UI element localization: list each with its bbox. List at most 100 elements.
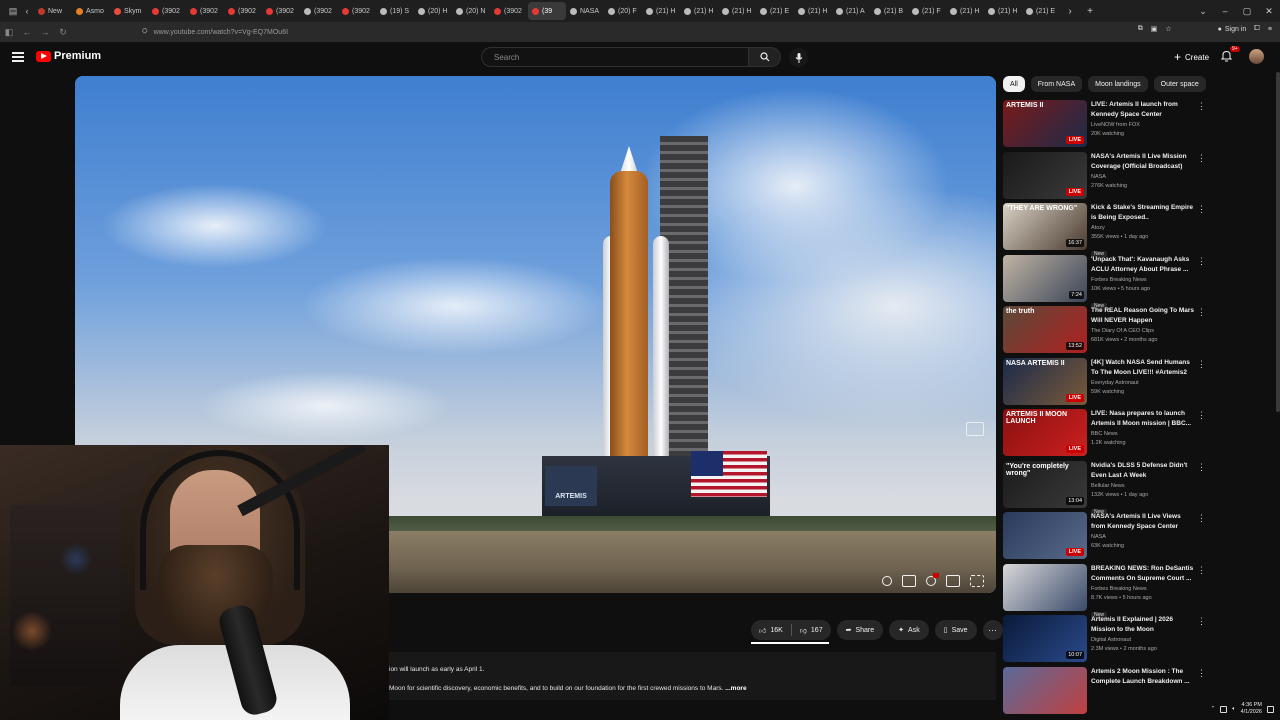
channel-name[interactable]: NASA	[1091, 173, 1195, 182]
more-vertical-icon[interactable]: ⋮	[1197, 617, 1206, 626]
recommended-video[interactable]: "You're completely wrong" 13:04 Nvidia's D…	[1003, 460, 1206, 515]
browser-tab[interactable]: (21) H	[946, 2, 984, 20]
recommended-video[interactable]: LIVE NASA's Artemis II Live Mission Cover…	[1003, 151, 1206, 200]
sidebar-toggle-icon[interactable]: ◧	[0, 27, 18, 38]
browser-tab[interactable]: (3902	[186, 2, 224, 20]
browser-tab[interactable]: New	[34, 2, 72, 20]
video-title[interactable]: 'Unpack That': Kavanaugh Asks ACLU Attor…	[1091, 255, 1195, 275]
tab-search-icon[interactable]: ⌄	[1192, 6, 1214, 17]
youtube-premium-logo[interactable]: Premium	[36, 50, 101, 62]
recommended-video[interactable]: the truth 13:52 The REAL Reason Going To M…	[1003, 306, 1206, 354]
video-title[interactable]: Nvidia's DLSS 5 Defense Didn't Even Last…	[1091, 461, 1195, 481]
video-thumbnail[interactable]: NASA ARTEMIS II LIVE	[1003, 357, 1087, 405]
browser-tab[interactable]: (21) E	[1022, 2, 1060, 20]
video-title[interactable]: Artemis II Explained | 2026 Mission to t…	[1091, 615, 1195, 635]
like-button[interactable]: 👍︎ 16K	[751, 626, 791, 635]
share-button[interactable]: ➦ Share	[836, 620, 884, 640]
search-button[interactable]	[749, 47, 781, 67]
channel-name[interactable]: NASA	[1091, 533, 1195, 542]
autoplay-toggle-icon[interactable]	[882, 576, 892, 586]
bookmark-star-icon[interactable]: ☆	[1165, 25, 1171, 33]
channel-name[interactable]: Digital Astronaut	[1091, 636, 1195, 645]
browser-tab[interactable]: (3902	[490, 2, 528, 20]
reload-button[interactable]: ↻	[54, 27, 72, 38]
browser-tab[interactable]: (3902	[338, 2, 376, 20]
video-thumbnail[interactable]: the truth 13:52	[1003, 306, 1087, 353]
recommended-video[interactable]: BREAKING NEWS: Ron DeSantis Comments On …	[1003, 563, 1206, 618]
settings-menu-icon[interactable]: ≡	[1268, 26, 1272, 33]
close-window-button[interactable]: ✕	[1258, 6, 1280, 17]
filter-chip[interactable]: Moon landings	[1088, 76, 1148, 92]
recommended-video[interactable]: 7:24 'Unpack That': Kavanaugh Asks ACLU A…	[1003, 254, 1206, 309]
captions-icon[interactable]	[902, 575, 916, 587]
tab-scroll-right-icon[interactable]: ›	[1060, 6, 1080, 17]
minimize-button[interactable]: –	[1214, 6, 1236, 16]
browser-tab[interactable]: (19) S	[376, 2, 414, 20]
video-title[interactable]: NASA's Artemis II Live Views from Kenned…	[1091, 512, 1195, 532]
video-title[interactable]: LIVE: Nasa prepares to launch Artemis II…	[1091, 409, 1195, 429]
browser-tab[interactable]: (3902	[262, 2, 300, 20]
browser-tab[interactable]: NASA	[566, 2, 604, 20]
video-title[interactable]: NASA's Artemis II Live Mission Coverage …	[1091, 152, 1195, 172]
extensions-icon[interactable]: ⧠	[1254, 25, 1260, 33]
sign-in-button[interactable]: ● Sign in	[1218, 26, 1247, 33]
notification-center-icon[interactable]	[1267, 705, 1274, 713]
translate-icon[interactable]: ▣	[1151, 25, 1158, 33]
channel-name[interactable]: Bellular News	[1091, 482, 1195, 491]
video-title[interactable]: The REAL Reason Going To Mars Will NEVER…	[1091, 306, 1195, 326]
recommended-video[interactable]: Artemis 2 Moon Mission : The Complete La…	[1003, 666, 1206, 715]
maximize-button[interactable]: ▢	[1236, 6, 1258, 17]
more-actions-button[interactable]: ···	[982, 620, 1003, 640]
recommended-video[interactable]: "THEY ARE WRONG" 16:37 Kick & Stake's Stre…	[1003, 203, 1206, 257]
recommended-video[interactable]: NASA ARTEMIS II LIVE [4K] Watch NASA Send …	[1003, 357, 1206, 406]
more-vertical-icon[interactable]: ⋮	[1197, 359, 1206, 369]
page-scrollbar[interactable]	[1276, 72, 1280, 412]
video-thumbnail[interactable]: ARTEMIS II MOON LAUNCH LIVE	[1003, 409, 1087, 456]
video-thumbnail[interactable]	[1003, 666, 1087, 714]
channel-name[interactable]: Everyday Astronaut	[1091, 379, 1195, 388]
video-title[interactable]: Artemis 2 Moon Mission : The Complete La…	[1091, 667, 1195, 687]
url-field[interactable]: ⛭ www.youtube.com/watch?v=Vg-EQ7MOu6I	[142, 25, 288, 39]
tray-chevron-icon[interactable]: ⌃	[1211, 706, 1216, 712]
back-button[interactable]: ←	[18, 27, 36, 37]
recommended-video[interactable]: ARTEMIS II MOON LAUNCH LIVE LIVE: Nasa pre…	[1003, 409, 1206, 457]
video-thumbnail[interactable]: LIVE	[1003, 151, 1087, 199]
settings-gear-icon[interactable]	[926, 573, 939, 586]
video-title[interactable]: Kick & Stake's Streaming Empire is Being…	[1091, 203, 1195, 223]
browser-tab[interactable]: (21) H	[680, 2, 718, 20]
browser-tab[interactable]: (3902	[224, 2, 262, 20]
recommended-video[interactable]: 10:07 Artemis II Explained | 2026 Mission…	[1003, 615, 1206, 663]
more-vertical-icon[interactable]: ⋮	[1197, 102, 1206, 111]
more-vertical-icon[interactable]: ⋮	[1197, 308, 1206, 317]
video-title[interactable]: BREAKING NEWS: Ron DeSantis Comments On …	[1091, 564, 1195, 584]
miniplayer-icon[interactable]	[966, 422, 984, 436]
more-vertical-icon[interactable]: ⋮	[1197, 668, 1206, 678]
browser-tab[interactable]: (21) B	[870, 2, 908, 20]
filter-chip[interactable]: From NASA	[1030, 76, 1083, 92]
avatar[interactable]	[1249, 49, 1264, 64]
notifications-button[interactable]: 9+	[1220, 46, 1240, 67]
show-more-link[interactable]: ...more	[725, 685, 746, 692]
create-button[interactable]: + Create	[1166, 47, 1217, 67]
save-button[interactable]: ▯ Save	[934, 620, 977, 640]
install-icon[interactable]: ⧉	[1138, 25, 1143, 33]
channel-name[interactable]: Atozy	[1091, 224, 1195, 233]
video-thumbnail[interactable]: "You're completely wrong" 13:04	[1003, 460, 1087, 508]
chevron-left-icon[interactable]: ‹	[20, 6, 34, 16]
browser-tab[interactable]: (3902	[148, 2, 186, 20]
more-vertical-icon[interactable]: ⋮	[1197, 153, 1206, 163]
more-vertical-icon[interactable]: ⋮	[1197, 462, 1206, 472]
browser-tab[interactable]: (21) H	[794, 2, 832, 20]
browser-tab[interactable]: Skym	[110, 2, 148, 20]
browser-tab[interactable]: (39	[528, 2, 566, 20]
more-vertical-icon[interactable]: ⋮	[1197, 411, 1206, 420]
forward-button[interactable]: →	[36, 27, 54, 37]
video-thumbnail[interactable]: 10:07	[1003, 615, 1087, 662]
video-thumbnail[interactable]: ARTEMIS II LIVE	[1003, 100, 1087, 147]
channel-name[interactable]: Forbes Breaking News	[1091, 276, 1195, 285]
browser-tab[interactable]: (21) H	[642, 2, 680, 20]
site-info-icon[interactable]: ⛭	[142, 28, 148, 36]
browser-tab[interactable]: (20) H	[414, 2, 452, 20]
browser-tab[interactable]: (21) H	[718, 2, 756, 20]
more-vertical-icon[interactable]: ⋮	[1197, 205, 1206, 214]
